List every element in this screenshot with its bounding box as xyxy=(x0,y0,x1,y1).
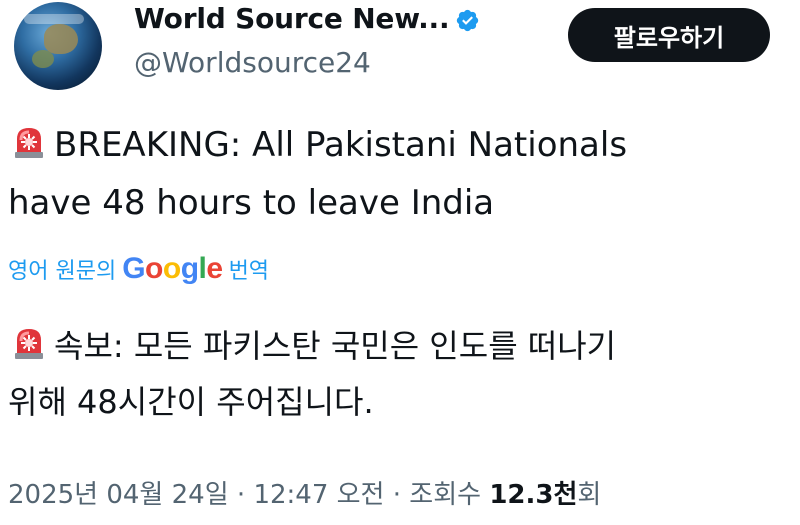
tweet-header: World Source New... @Worldsource24 팔로우하기 xyxy=(0,0,800,100)
translated-line-1: 속보: 모든 파키스탄 국민은 인도를 떠나기 xyxy=(8,318,788,374)
tweet-line-2: have 48 hours to leave India xyxy=(8,183,495,223)
translation-attribution[interactable]: 영어 원문의 Google 번역 xyxy=(8,252,269,286)
tweet-text: BREAKING: All Pakistani Nationals have 4… xyxy=(8,116,788,232)
verified-badge-icon xyxy=(455,7,480,32)
tweet-meta: 2025년 04월 24일 · 12:47 오전 · 조회수 12.3천회 xyxy=(8,474,601,511)
police-siren-emoji-icon xyxy=(8,321,50,363)
translated-line-2: 위해 48시간이 주어집니다. xyxy=(8,383,374,421)
globe-avatar[interactable] xyxy=(14,2,102,90)
views-suffix: 회 xyxy=(577,480,602,510)
display-name-text[interactable]: World Source New... xyxy=(134,2,450,35)
avatar-cloud xyxy=(24,14,84,24)
avatar-landmass-small xyxy=(32,50,54,68)
translation-prefix: 영어 원문의 xyxy=(8,259,117,284)
translated-line-1-text: 속보: 모든 파키스탄 국민은 인도를 떠나기 xyxy=(54,327,617,365)
views-count[interactable]: 12.3천 xyxy=(489,480,577,510)
views-label: 조회수 xyxy=(409,480,482,510)
account-handle[interactable]: @Worldsource24 xyxy=(134,46,371,79)
tweet-line-1-text: BREAKING: All Pakistani Nationals xyxy=(54,125,628,165)
google-logo: Google xyxy=(122,252,223,285)
translated-text: 속보: 모든 파키스탄 국민은 인도를 떠나기 위해 48시간이 주어집니다. xyxy=(8,318,788,430)
tweet-time[interactable]: 12:47 오전 xyxy=(253,480,384,510)
display-name[interactable]: World Source New... xyxy=(134,2,480,35)
avatar-landmass xyxy=(44,24,78,54)
police-siren-emoji-icon xyxy=(8,120,50,162)
meta-separator: · xyxy=(236,480,246,510)
tweet-date[interactable]: 2025년 04월 24일 xyxy=(8,480,229,510)
translation-suffix: 번역 xyxy=(228,259,270,284)
tweet-line-1: BREAKING: All Pakistani Nationals xyxy=(8,116,788,174)
follow-button[interactable]: 팔로우하기 xyxy=(568,8,770,62)
meta-separator: · xyxy=(392,480,402,510)
